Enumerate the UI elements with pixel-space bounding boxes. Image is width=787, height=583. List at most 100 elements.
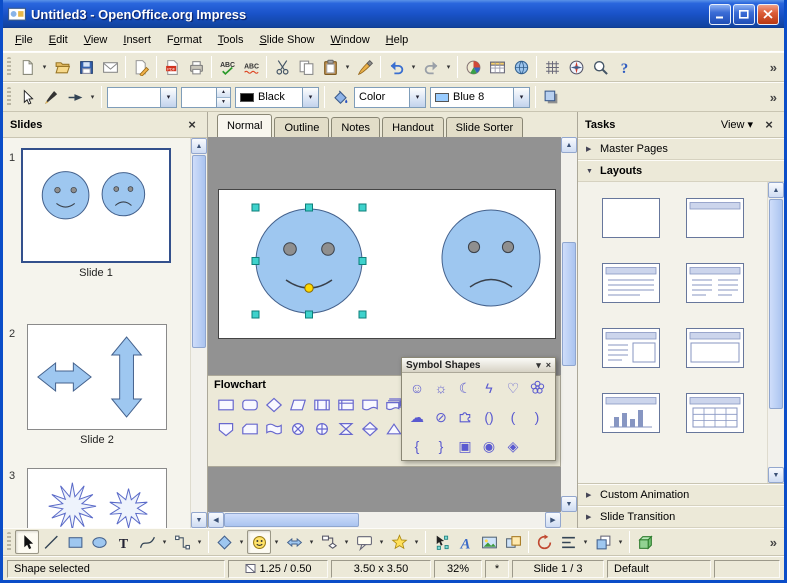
- line-color-select[interactable]: Black▾: [235, 87, 319, 108]
- close-button[interactable]: [757, 4, 779, 25]
- drawbar-more-button[interactable]: »: [765, 535, 782, 550]
- select-button[interactable]: [15, 85, 39, 109]
- layout-title-only[interactable]: [686, 198, 744, 238]
- toolbar-grip[interactable]: [7, 532, 11, 552]
- callouts-dropdown[interactable]: ▾: [376, 530, 387, 554]
- arrow-style-button[interactable]: [63, 85, 87, 109]
- flowchart-shape-decision[interactable]: [262, 393, 286, 417]
- spellcheck-button[interactable]: ABC: [215, 55, 239, 79]
- auto-spellcheck-button[interactable]: ABC: [239, 55, 263, 79]
- slides-scroll-track[interactable]: [191, 154, 207, 512]
- menu-help[interactable]: Help: [378, 30, 417, 50]
- save-button[interactable]: [74, 55, 98, 79]
- menu-view[interactable]: View: [76, 30, 116, 50]
- layout-title-content-right[interactable]: [602, 328, 660, 368]
- new-button[interactable]: [15, 55, 39, 79]
- symbol-shape-left-bracket[interactable]: (: [501, 403, 525, 430]
- maximize-button[interactable]: [733, 4, 755, 25]
- toolbar-grip[interactable]: [7, 57, 11, 77]
- flowchart-shape-off-page-connector[interactable]: [214, 417, 238, 441]
- symbol-shapes-titlebar[interactable]: Symbol Shapes ▾ ×: [402, 358, 555, 373]
- slide-canvas[interactable]: [218, 189, 556, 339]
- horizontal-scroll-track[interactable]: [224, 512, 545, 528]
- extrusion-button[interactable]: [633, 530, 657, 554]
- fontwork-gallery-button[interactable]: A: [453, 530, 477, 554]
- toolbar-grip[interactable]: [7, 87, 11, 107]
- menu-edit[interactable]: Edit: [41, 30, 76, 50]
- line-style-select[interactable]: ▾: [107, 87, 177, 108]
- block-arrows-button[interactable]: [282, 530, 306, 554]
- flowchart-shape-alternate-process[interactable]: [238, 393, 262, 417]
- ellipse-button[interactable]: [87, 530, 111, 554]
- status-position[interactable]: 1.25 / 0.50: [228, 560, 328, 578]
- line-button[interactable]: [39, 530, 63, 554]
- tab-normal[interactable]: Normal: [217, 114, 272, 137]
- print-button[interactable]: [184, 55, 208, 79]
- scroll-right-button[interactable]: ▶: [545, 512, 561, 528]
- curve-button[interactable]: [135, 530, 159, 554]
- canvas-horizontal-scrollbar[interactable]: ◀ ▶: [208, 512, 561, 528]
- hyperlink-button[interactable]: [509, 55, 533, 79]
- flowchart-dropdown[interactable]: ▾: [341, 530, 352, 554]
- paste-button[interactable]: [318, 55, 342, 79]
- symbol-shape-moon[interactable]: ☾: [453, 374, 477, 401]
- tab-notes[interactable]: Notes: [331, 117, 380, 137]
- flowchart-shape-sort[interactable]: [358, 417, 382, 441]
- flowchart-shape-process[interactable]: [214, 393, 238, 417]
- smiley-shape-selected[interactable]: [256, 209, 362, 313]
- undo-dropdown[interactable]: ▾: [408, 55, 419, 79]
- alignment-button[interactable]: [556, 530, 580, 554]
- flowchart-shape-summing-junction[interactable]: [286, 417, 310, 441]
- symbol-shape-square-bevel[interactable]: ▣: [453, 432, 477, 459]
- scroll-up-button[interactable]: ▲: [191, 138, 207, 154]
- layout-title-table[interactable]: [686, 393, 744, 433]
- symbol-shapes-button[interactable]: [247, 530, 271, 554]
- section-layouts[interactable]: ▼ Layouts: [578, 160, 784, 182]
- fill-type-select-dropdown[interactable]: ▾: [409, 88, 425, 107]
- layouts-scroll-thumb[interactable]: [769, 199, 783, 409]
- open-button[interactable]: [50, 55, 74, 79]
- flowchart-shape-document[interactable]: [358, 393, 382, 417]
- scroll-down-button[interactable]: ▼: [191, 512, 207, 528]
- symbol-shape-diamond-bevel[interactable]: ◈: [501, 432, 525, 459]
- flowchart-shape-punched-tape[interactable]: [262, 417, 286, 441]
- new-dropdown[interactable]: ▾: [39, 55, 50, 79]
- symbol-shape-octagon-bevel[interactable]: ◉: [477, 432, 501, 459]
- line-width-input[interactable]: ▲▼: [181, 87, 231, 108]
- symbol-shape-double-bracket[interactable]: (): [477, 403, 501, 430]
- from-file-button[interactable]: [477, 530, 501, 554]
- layouts-scroll-track[interactable]: [768, 198, 784, 467]
- line-style-select-dropdown[interactable]: ▾: [160, 88, 176, 107]
- layout-title-chart[interactable]: [602, 393, 660, 433]
- scroll-left-button[interactable]: ◀: [208, 512, 224, 528]
- paste-dropdown[interactable]: ▾: [342, 55, 353, 79]
- flowchart-button[interactable]: [317, 530, 341, 554]
- edit-file-button[interactable]: [129, 55, 153, 79]
- edit-points-button[interactable]: [429, 530, 453, 554]
- arrow-style-dropdown[interactable]: ▾: [87, 85, 98, 109]
- slides-panel-close-button[interactable]: ×: [184, 117, 200, 133]
- section-custom-animation[interactable]: ▶ Custom Animation: [578, 484, 784, 506]
- slides-scrollbar[interactable]: ▲▼: [190, 138, 207, 528]
- block-arrows-dropdown[interactable]: ▾: [306, 530, 317, 554]
- vertical-scroll-thumb[interactable]: [562, 242, 576, 365]
- stars-button[interactable]: [387, 530, 411, 554]
- symbol-shape-right-bracket[interactable]: ): [525, 403, 549, 430]
- arrange-dropdown[interactable]: ▾: [615, 530, 626, 554]
- select-button[interactable]: [15, 530, 39, 554]
- symbol-shapes-dropdown[interactable]: ▾: [271, 530, 282, 554]
- gallery-button[interactable]: [501, 530, 525, 554]
- slide-thumbnail-3[interactable]: [27, 468, 167, 528]
- slide-thumbnail-2[interactable]: [27, 324, 167, 430]
- horizontal-scroll-thumb[interactable]: [224, 513, 359, 527]
- slides-scroll-thumb[interactable]: [192, 155, 206, 348]
- lfbar-more-button[interactable]: »: [765, 90, 782, 105]
- symbol-shape-heart[interactable]: ♡: [501, 374, 525, 401]
- menu-file[interactable]: File: [7, 30, 41, 50]
- status-master[interactable]: Default: [607, 560, 711, 578]
- area-dialog-button[interactable]: [328, 85, 352, 109]
- symbol-shape-flower[interactable]: [525, 374, 549, 401]
- layout-title-two-content[interactable]: [686, 263, 744, 303]
- menu-window[interactable]: Window: [323, 30, 378, 50]
- redo-button[interactable]: [419, 55, 443, 79]
